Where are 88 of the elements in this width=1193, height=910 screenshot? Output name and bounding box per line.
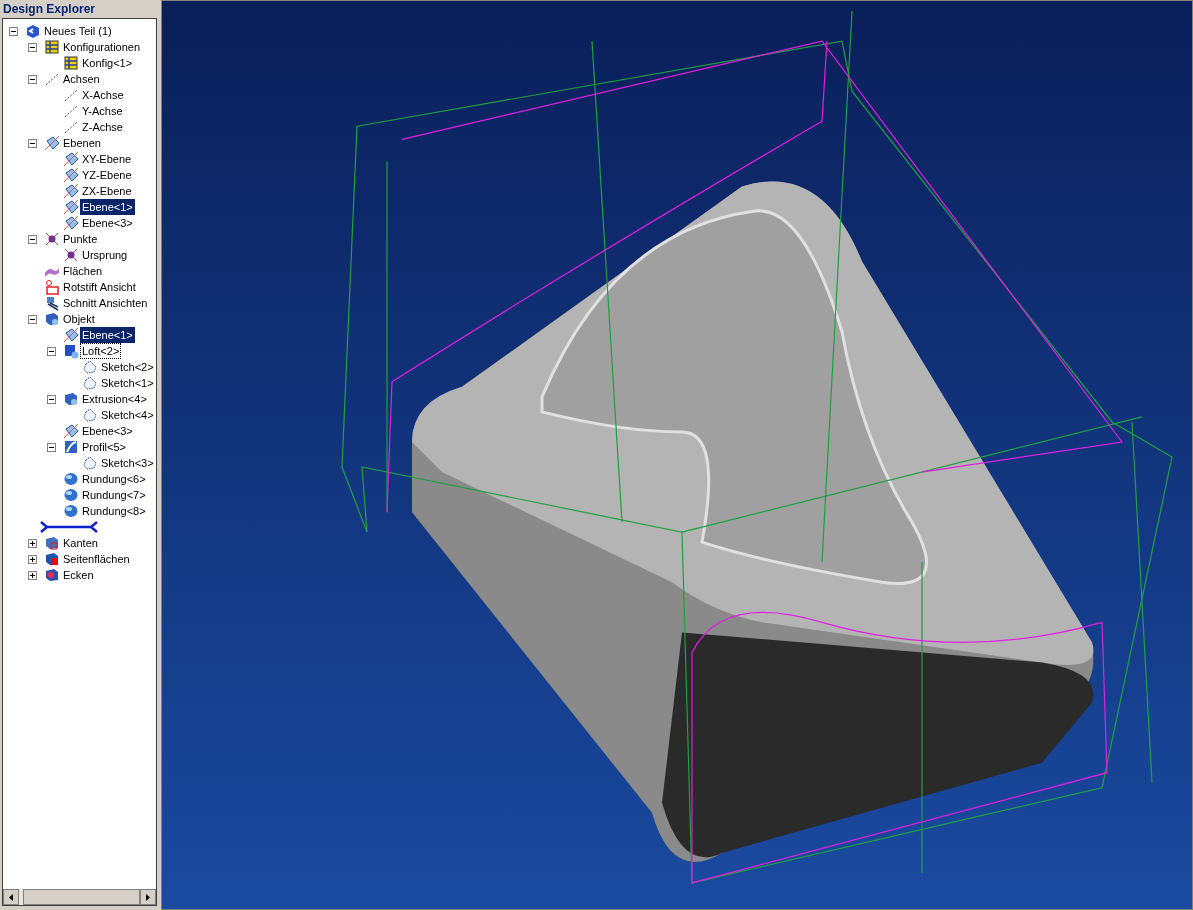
fillet-icon bbox=[63, 503, 79, 519]
right-arrow-icon bbox=[146, 893, 150, 901]
profile-icon bbox=[63, 439, 79, 455]
plane-icon bbox=[63, 167, 79, 183]
dashed-line-icon bbox=[63, 87, 79, 103]
cube-icon bbox=[63, 391, 79, 407]
sketch-icon bbox=[82, 359, 98, 375]
dashed-line-icon bbox=[44, 71, 60, 87]
dashed-line-icon bbox=[63, 119, 79, 135]
part-icon bbox=[25, 23, 41, 39]
tree-item[interactable]: Rotstift Ansicht bbox=[61, 279, 138, 295]
tree-item[interactable]: Rundung<6> bbox=[80, 471, 148, 487]
expand-toggle[interactable] bbox=[28, 554, 37, 564]
horizontal-scrollbar[interactable] bbox=[3, 889, 156, 905]
collapse-toggle[interactable] bbox=[47, 346, 56, 356]
collapse-toggle[interactable] bbox=[28, 138, 37, 148]
faces-icon bbox=[44, 551, 60, 567]
redline-icon bbox=[44, 279, 60, 295]
tree-item[interactable]: Flächen bbox=[61, 263, 105, 279]
scroll-right-button[interactable] bbox=[140, 889, 156, 905]
tree-item[interactable]: Ebenen bbox=[61, 135, 103, 151]
sketch-icon bbox=[82, 375, 98, 391]
tree-item[interactable]: Konfig<1> bbox=[80, 55, 135, 71]
3d-viewport[interactable] bbox=[161, 0, 1193, 910]
fillet-icon bbox=[63, 487, 79, 503]
tree-item[interactable]: Ecken bbox=[61, 567, 96, 583]
tree-item[interactable]: X-Achse bbox=[80, 87, 126, 103]
panel-title: Design Explorer bbox=[3, 1, 96, 18]
collapse-toggle[interactable] bbox=[47, 442, 56, 452]
tree-item[interactable]: Rundung<8> bbox=[80, 503, 148, 519]
tree-item[interactable]: Ursprung bbox=[80, 247, 130, 263]
cube-icon bbox=[44, 311, 60, 327]
collapse-toggle[interactable] bbox=[28, 314, 37, 324]
section-icon bbox=[44, 295, 60, 311]
expand-toggle[interactable] bbox=[28, 538, 37, 548]
plane-icon bbox=[63, 423, 79, 439]
loft-icon bbox=[63, 343, 79, 359]
collapse-toggle[interactable] bbox=[28, 234, 37, 244]
tree-item[interactable]: Y-Achse bbox=[80, 103, 125, 119]
tree-item[interactable]: ZX-Ebene bbox=[80, 183, 134, 199]
point-icon bbox=[44, 231, 60, 247]
collapse-toggle[interactable] bbox=[47, 394, 56, 404]
tree-item[interactable]: Sketch<1> bbox=[99, 375, 156, 391]
collapse-toggle[interactable] bbox=[9, 26, 18, 36]
tree-item[interactable]: XY-Ebene bbox=[80, 151, 134, 167]
tree-item[interactable]: Profil<5> bbox=[80, 439, 129, 455]
left-arrow-icon bbox=[9, 893, 13, 901]
tree-item[interactable]: Neues Teil (1) bbox=[42, 23, 114, 39]
tree-item[interactable]: Loft<2> bbox=[80, 343, 122, 359]
tree-item[interactable]: Ebene<3> bbox=[80, 215, 135, 231]
tree-item[interactable]: Objekt bbox=[61, 311, 97, 327]
edges-icon bbox=[44, 535, 60, 551]
tree-item[interactable]: Z-Achse bbox=[80, 119, 125, 135]
tree-item[interactable]: Achsen bbox=[61, 71, 102, 87]
plane-icon bbox=[44, 135, 60, 151]
tree-item[interactable]: Kanten bbox=[61, 535, 100, 551]
dashed-line-icon bbox=[63, 103, 79, 119]
tree-item[interactable]: Schnitt Ansichten bbox=[61, 295, 150, 311]
rollback-bar[interactable] bbox=[39, 521, 99, 533]
plane-icon bbox=[63, 215, 79, 231]
tree-item[interactable]: Extrusion<4> bbox=[80, 391, 149, 407]
plane-icon bbox=[63, 327, 79, 343]
expand-toggle[interactable] bbox=[28, 570, 37, 580]
sketch-icon bbox=[82, 455, 98, 471]
scroll-thumb[interactable] bbox=[23, 889, 140, 905]
point-icon bbox=[63, 247, 79, 263]
scroll-left-button[interactable] bbox=[3, 889, 19, 905]
corners-icon bbox=[44, 567, 60, 583]
fillet-icon bbox=[63, 471, 79, 487]
tree-item[interactable]: Sketch<4> bbox=[99, 407, 156, 423]
tree-item[interactable]: Punkte bbox=[61, 231, 100, 247]
tree-item[interactable]: Sketch<2> bbox=[99, 359, 156, 375]
collapse-toggle[interactable] bbox=[28, 42, 37, 52]
table-icon bbox=[63, 55, 79, 71]
table-icon bbox=[44, 39, 60, 55]
tree-item[interactable]: Seitenflächen bbox=[61, 551, 132, 567]
tree-item[interactable]: Sketch<3> bbox=[99, 455, 156, 471]
plane-icon bbox=[63, 183, 79, 199]
plane-icon bbox=[63, 199, 79, 215]
sketch-icon bbox=[82, 407, 98, 423]
collapse-toggle[interactable] bbox=[28, 74, 37, 84]
tree-item[interactable]: YZ-Ebene bbox=[80, 167, 134, 183]
tree-item[interactable]: Rundung<7> bbox=[80, 487, 148, 503]
plane-icon bbox=[63, 151, 79, 167]
tree-item[interactable]: Konfigurationen bbox=[61, 39, 143, 55]
tree-item[interactable]: Ebene<3> bbox=[80, 423, 135, 439]
tree-item[interactable]: Ebene<1> bbox=[80, 199, 135, 215]
tree-item[interactable]: Ebene<1> bbox=[80, 327, 135, 343]
